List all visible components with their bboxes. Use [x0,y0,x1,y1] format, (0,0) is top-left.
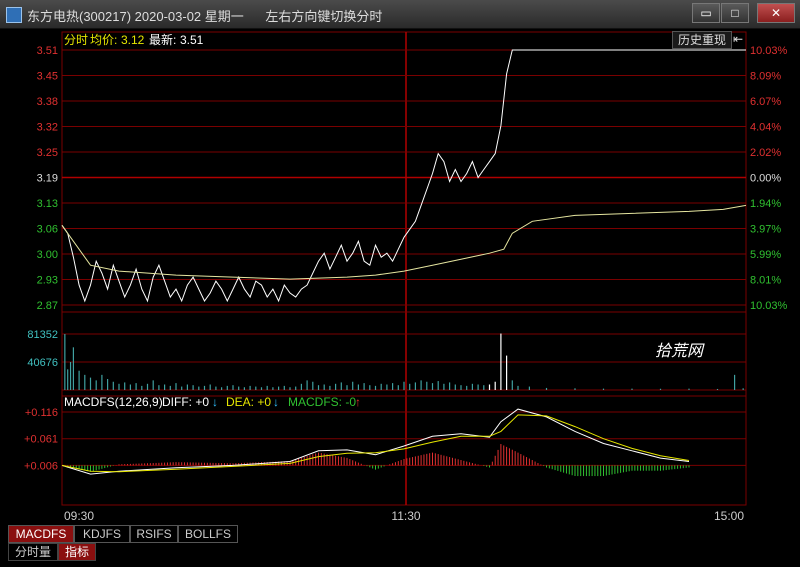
percent-tick-label: 2.02% [750,147,781,159]
percent-tick-label: 1.94% [750,198,781,210]
chart-lines [61,49,747,475]
intraday-chart[interactable]: 分时 均价: 3.12 最新: 3.51 3.51 3.45 3.38 3.32 3.2… [0,0,800,567]
percent-tick-label: 10.03% [750,45,788,57]
percent-tick-label: 4.04% [750,122,781,134]
price-tick-label: 3.19 [37,173,58,185]
price-tick-label: 2.87 [37,300,58,312]
price-tick-label: 3.38 [37,96,58,108]
tab-macdfs[interactable]: MACDFS [8,525,74,543]
latest-price-value: 3.51 [180,33,204,47]
history-replay-button[interactable]: 历史重现 [672,31,732,49]
time-tick-label: 09:30 [64,509,94,523]
percent-tick-label: 10.03% [750,300,788,312]
latest-price-label: 最新: [149,32,176,47]
tab-volume[interactable]: 分时量 [8,543,58,561]
macd-dea-label: DEA: +0 [226,395,271,409]
tab-kdjfs[interactable]: KDJFS [74,525,130,543]
price-tick-label: 3.25 [37,147,58,159]
time-axis: 09:30 11:30 15:00 [64,509,744,523]
avg-price-label: 均价: [90,33,117,47]
macdfs-value-label: MACDFS: -0 [288,395,356,409]
macd-diff-label: DIFF: +0 [162,395,209,409]
tab-indicator[interactable]: 指标 [58,543,96,561]
price-tick-label: 3.51 [37,45,58,57]
macd-histogram [64,444,690,477]
app-window: 东方电热(300217) 2020-03-02 星期一 左右方向键切换分时 ▭ … [0,0,800,567]
macdfs-up-arrow-icon: ↑ [355,395,361,409]
average-price-line [61,204,747,280]
dea-down-arrow-icon: ↓ [273,395,279,409]
tab-bollfs[interactable]: BOLLFS [178,525,238,543]
avg-price-value: 3.12 [121,33,145,47]
macd-axis: +0.116 +0.061 +0.006 [24,407,58,472]
price-axis-left: 3.51 3.45 3.38 3.32 3.25 3.19 3.13 3.06 3.00 2.93… [37,45,58,312]
macd-tick-label: +0.116 [25,407,58,419]
percent-tick-label: 3.97% [750,224,781,236]
price-tick-label: 3.06 [37,224,58,236]
diff-down-arrow-icon: ↓ [212,395,218,409]
price-tick-label: 3.00 [37,249,58,261]
chart-header-prefix: 分时 [64,33,88,47]
macd-tick-label: +0.061 [24,434,58,446]
volume-axis: 81352 40676 [27,329,58,369]
price-tick-label: 3.13 [37,198,58,210]
percent-axis-right: 10.03% 8.09% 6.07% 4.04% 2.02% 0.00% 1.94% 3.97… [750,45,788,312]
macd-tick-label: +0.006 [24,460,58,472]
watermark: 拾荒网 [655,342,705,360]
volume-tick-label: 81352 [27,329,58,341]
price-tick-label: 3.45 [37,71,58,83]
chart-grid [61,31,747,506]
time-tick-label: 15:00 [714,509,744,523]
percent-tick-label: 0.00% [750,173,781,185]
percent-tick-label: 5.99% [750,249,781,261]
macd-title: MACDFS(12,26,9) [64,395,163,409]
percent-tick-label: 8.09% [750,71,781,83]
back-arrow-icon[interactable]: ⇤ [731,31,745,47]
percent-tick-label: 8.01% [750,275,781,287]
price-tick-label: 2.93 [37,275,58,287]
tab-rsifs[interactable]: RSIFS [130,525,178,543]
chart-frame [61,31,747,506]
time-tick-label: 11:30 [391,509,420,523]
price-tick-label: 3.32 [37,122,58,134]
percent-tick-label: 6.07% [750,96,781,108]
price-line [61,49,746,303]
volume-tick-label: 40676 [27,357,58,369]
